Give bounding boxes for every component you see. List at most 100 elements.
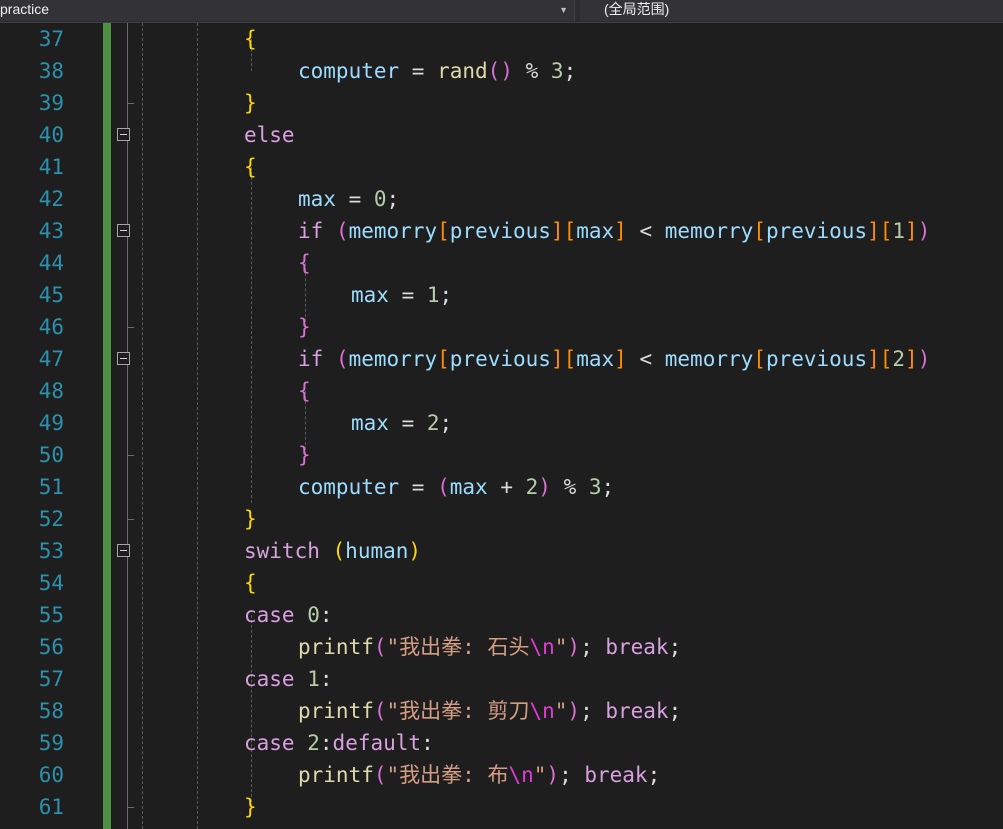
- code-token: [: [437, 347, 450, 371]
- code-token: previous: [449, 219, 551, 243]
- code-token: (: [332, 539, 346, 563]
- code-line[interactable]: 45 max = 1;: [0, 279, 1003, 311]
- code-token: 0: [373, 187, 387, 211]
- code-token: 2: [426, 411, 440, 435]
- line-number: 37: [38, 27, 64, 51]
- code-line[interactable]: 40 else: [0, 119, 1003, 151]
- code-line[interactable]: 37 {: [0, 23, 1003, 55]
- code-token: ;: [668, 699, 682, 723]
- code-token: 1: [307, 667, 320, 691]
- code-line[interactable]: 56 printf("我出拳: 石头\n"); break;: [0, 631, 1003, 663]
- code-line[interactable]: 46}: [0, 311, 1003, 343]
- collapse-icon[interactable]: [117, 352, 130, 365]
- code-line[interactable]: 53 switch (human): [0, 535, 1003, 567]
- code-token: ": [554, 699, 568, 723]
- code-token: max: [449, 475, 488, 499]
- code-line[interactable]: 42 max = 0;: [0, 183, 1003, 215]
- code-line[interactable]: 54 {: [0, 567, 1003, 599]
- code-line[interactable]: 58 printf("我出拳: 剪刀\n"); break;: [0, 695, 1003, 727]
- collapse-icon[interactable]: [117, 544, 130, 557]
- code-token: =: [399, 59, 438, 83]
- code-token: =: [399, 475, 438, 499]
- code-token: max: [298, 187, 336, 211]
- code-line[interactable]: 47 if (memorry[previous][max] < memorry[p…: [0, 343, 1003, 375]
- collapse-icon[interactable]: [117, 224, 130, 237]
- global-scope-label: (全局范围): [604, 1, 670, 17]
- collapse-icon[interactable]: [117, 128, 130, 141]
- code-token: }: [244, 507, 257, 531]
- line-number: 56: [38, 635, 64, 659]
- code-line[interactable]: 39}: [0, 87, 1003, 119]
- line-number: 49: [38, 411, 64, 435]
- global-scope-dropdown[interactable]: (全局范围): [580, 0, 1003, 21]
- code-token: [: [753, 219, 766, 243]
- code-token: ][: [867, 219, 893, 243]
- code-token: :: [319, 603, 333, 627]
- code-token: ]: [614, 347, 627, 371]
- code-line[interactable]: 60 printf("我出拳: 布\n"); break;: [0, 759, 1003, 791]
- code-token: ]: [905, 219, 918, 243]
- code-token: ][: [550, 219, 577, 243]
- code-line[interactable]: 50}: [0, 439, 1003, 471]
- code-token: }: [244, 91, 257, 115]
- code-text: printf("我出拳: 布\n"); break;: [298, 759, 660, 791]
- code-token: ;: [439, 411, 453, 435]
- code-line[interactable]: 43 if (memorry[previous][max] < memorry[p…: [0, 215, 1003, 247]
- line-number: 53: [38, 539, 64, 563]
- line-number: 39: [38, 91, 64, 115]
- code-line[interactable]: 49 max = 2;: [0, 407, 1003, 439]
- code-text: }: [244, 791, 257, 823]
- line-number: 58: [38, 699, 64, 723]
- code-text: {: [298, 247, 311, 279]
- code-token: computer: [298, 475, 400, 499]
- code-token: previous: [449, 347, 551, 371]
- code-text: switch (human): [244, 535, 421, 567]
- code-editor[interactable]: 37{38 computer = rand() % 3; 39} 40 else 41{4…: [0, 23, 1003, 829]
- code-line[interactable]: 52}: [0, 503, 1003, 535]
- code-token: }: [298, 443, 311, 467]
- code-token: ;: [601, 475, 615, 499]
- code-line[interactable]: 44 {: [0, 247, 1003, 279]
- code-token: memorry: [348, 219, 438, 243]
- code-token: 0: [307, 603, 320, 627]
- code-token: 1: [426, 283, 440, 307]
- code-token: break: [605, 699, 669, 723]
- code-line[interactable]: 51 computer = (max + 2) % 3;: [0, 471, 1003, 503]
- code-token: memorry: [348, 347, 438, 371]
- code-token: case: [244, 731, 295, 755]
- code-line[interactable]: 57 case 1:: [0, 663, 1003, 695]
- code-token: {: [298, 379, 311, 403]
- project-scope-dropdown[interactable]: practice ▼: [0, 0, 575, 21]
- code-text: printf("我出拳: 剪刀\n"); break;: [298, 695, 681, 727]
- code-text: computer = (max + 2) % 3;: [298, 471, 614, 503]
- code-token: <: [626, 219, 665, 243]
- chevron-down-icon[interactable]: ▼: [559, 0, 568, 20]
- code-token: :: [421, 731, 434, 755]
- code-token: \n: [529, 699, 555, 723]
- code-line[interactable]: 38 computer = rand() % 3;: [0, 55, 1003, 87]
- code-line[interactable]: 41 {: [0, 151, 1003, 183]
- code-text: }: [298, 311, 311, 343]
- code-token: %: [512, 59, 551, 83]
- code-token: ;: [647, 763, 661, 787]
- code-text: max = 0;: [298, 183, 399, 215]
- code-token: max: [576, 347, 615, 371]
- code-token: %: [550, 475, 589, 499]
- code-line[interactable]: 59 case 2:default:: [0, 727, 1003, 759]
- code-token: ][: [867, 347, 893, 371]
- code-token: \n: [529, 635, 555, 659]
- code-line[interactable]: 55 case 0:: [0, 599, 1003, 631]
- code-token: case: [244, 667, 295, 691]
- code-line[interactable]: 48 {: [0, 375, 1003, 407]
- code-text: {: [244, 151, 257, 183]
- line-number: 57: [38, 667, 64, 691]
- code-token: (: [373, 635, 387, 659]
- code-text: computer = rand() % 3;: [298, 55, 576, 87]
- code-token: {: [244, 155, 257, 179]
- code-line[interactable]: 61}: [0, 791, 1003, 823]
- code-token: ): [408, 539, 422, 563]
- code-text: }: [244, 87, 257, 119]
- code-token: \n: [508, 763, 534, 787]
